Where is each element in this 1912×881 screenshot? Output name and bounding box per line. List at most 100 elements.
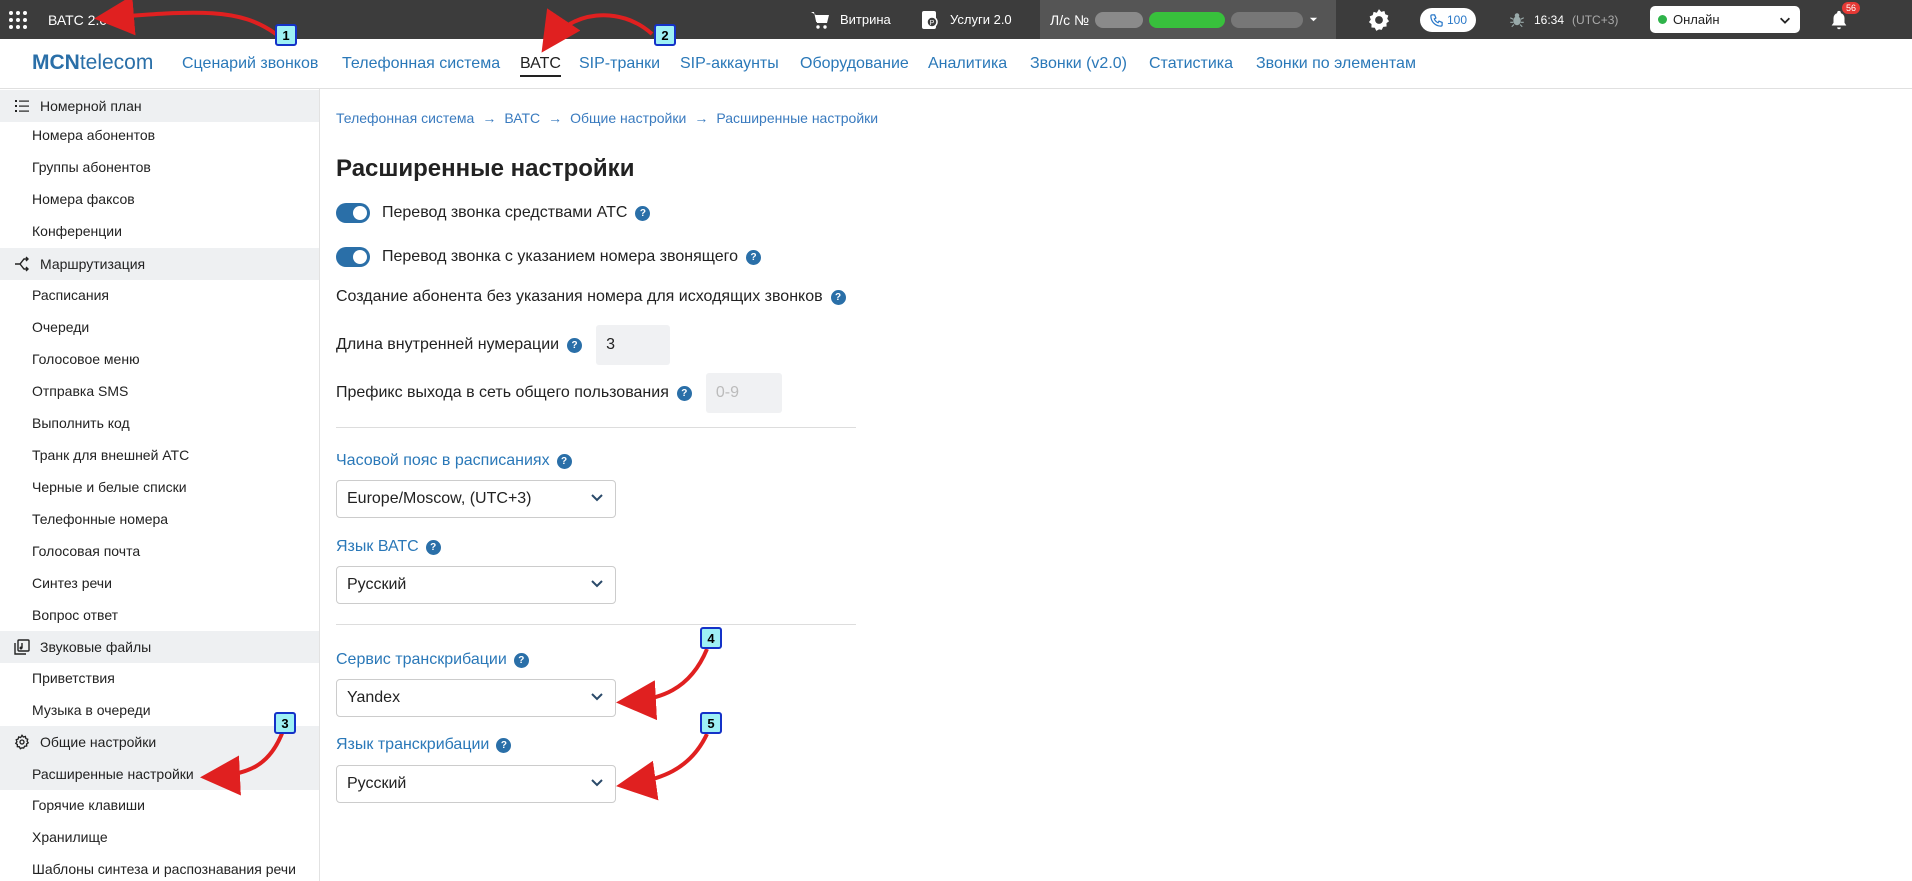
annotation-callout-2: 2: [654, 24, 676, 46]
sidebar-group-routing[interactable]: Маршрутизация: [0, 248, 319, 280]
nav-calls-by-elements[interactable]: Звонки по элементам: [1256, 55, 1416, 73]
status-select[interactable]: Онлайн: [1650, 6, 1800, 33]
help-icon[interactable]: ?: [635, 205, 651, 221]
sidebar-group-general-settings[interactable]: Общие настройки: [0, 726, 319, 758]
help-icon[interactable]: ?: [513, 652, 529, 668]
sidebar-item-schedules[interactable]: Расписания: [32, 287, 109, 303]
vats-language-select-value: Русский: [347, 576, 407, 593]
cart-icon: [811, 11, 829, 29]
breadcrumb-phone-system[interactable]: Телефонная система: [336, 110, 474, 126]
apps-grid-icon[interactable]: [8, 0, 30, 39]
sidebar-item-fax-numbers[interactable]: Номера факсов: [32, 191, 135, 207]
section-divider: [336, 624, 856, 625]
timezone-select[interactable]: Europe/Moscow, (UTC+3): [336, 480, 616, 518]
nav-calls-v2[interactable]: Звонки (v2.0): [1030, 55, 1127, 73]
help-icon[interactable]: ?: [425, 539, 441, 555]
sidebar-item-run-code[interactable]: Выполнить код: [32, 415, 130, 431]
nav-call-scenario[interactable]: Сценарий звонков: [182, 55, 318, 73]
prefix-label: Префикс выхода в сеть общего пользования: [336, 384, 669, 401]
nav-sip-accounts[interactable]: SIP-аккаунты: [680, 55, 779, 73]
arrow-right-icon: →: [482, 110, 497, 126]
timezone-label: Часовой пояс в расписаниях: [336, 452, 550, 469]
nav-equipment[interactable]: Оборудование: [800, 55, 909, 73]
section-divider: [336, 427, 856, 428]
notifications-bell-icon[interactable]: 56: [1828, 0, 1861, 39]
ext-length-input[interactable]: [596, 325, 671, 365]
phone-lines-pill[interactable]: 100: [1420, 8, 1476, 32]
sidebar-group-label: Общие настройки: [40, 734, 157, 750]
sidebar-item-phone-numbers[interactable]: Телефонные номера: [32, 511, 168, 527]
nav-vats[interactable]: ВАТС: [520, 55, 561, 77]
sidebar-item-queue-music[interactable]: Музыка в очереди: [32, 702, 151, 718]
account-name-blurred: [1149, 11, 1225, 28]
breadcrumb-vats[interactable]: ВАТС: [504, 110, 540, 126]
svg-text:P: P: [930, 20, 935, 27]
account-number-blurred: [1095, 11, 1143, 28]
sidebar-group-sound-files[interactable]: Звуковые файлы: [0, 631, 319, 663]
sidebar-item-subscriber-numbers[interactable]: Номера абонентов: [32, 127, 155, 143]
help-icon[interactable]: ?: [567, 337, 583, 353]
main-nav: MCNtelecom Сценарий звонков Телефонная с…: [0, 39, 1912, 89]
help-icon[interactable]: ?: [496, 737, 512, 753]
sidebar-group-numbering[interactable]: Номерной план: [0, 90, 319, 122]
sidebar-item-advanced-settings[interactable]: Расширенные настройки: [0, 758, 319, 790]
clock: 16:34 (UTC+3): [1508, 0, 1618, 39]
help-icon[interactable]: ?: [746, 249, 761, 265]
breadcrumb-advanced-settings[interactable]: Расширенные настройки: [716, 110, 878, 126]
sidebar-item-queues[interactable]: Очереди: [32, 319, 89, 335]
mcn-logo[interactable]: MCNtelecom: [32, 51, 153, 75]
help-icon[interactable]: ?: [830, 289, 846, 305]
phone-icon: [1430, 13, 1443, 27]
sidebar-item-speech-templates[interactable]: Шаблоны синтеза и распознавания речи: [32, 861, 296, 877]
sidebar-item-hotkeys[interactable]: Горячие клавиши: [32, 797, 145, 813]
sidebar-item-conferences[interactable]: Конференции: [32, 223, 122, 239]
breadcrumb-general-settings[interactable]: Общие настройки: [570, 110, 686, 126]
sidebar-item-external-trunk[interactable]: Транк для внешней АТС: [32, 447, 189, 463]
showcase-link[interactable]: Витрина: [808, 0, 891, 39]
services-link[interactable]: P Услуги 2.0: [918, 0, 1012, 39]
transfer-caller-toggle[interactable]: [336, 247, 370, 267]
sidebar-item-voicemail[interactable]: Голосовая почта: [32, 543, 140, 559]
transcription-language-select[interactable]: Русский: [336, 765, 616, 803]
account-label: Л/с №: [1050, 11, 1089, 28]
sidebar-item-greetings[interactable]: Приветствия: [32, 670, 115, 686]
transcription-service-field-label: Сервис транскрибации ?: [336, 651, 529, 669]
transfer-toggle[interactable]: [336, 203, 370, 223]
help-icon[interactable]: ?: [676, 385, 692, 401]
help-icon[interactable]: ?: [556, 453, 572, 469]
sidebar-item-send-sms[interactable]: Отправка SMS: [32, 383, 128, 399]
prefix-input[interactable]: [705, 373, 782, 413]
sidebar-item-question-answer[interactable]: Вопрос ответ: [32, 607, 118, 623]
account-selector[interactable]: Л/с №: [1040, 0, 1336, 39]
create-subscriber-label: Создание абонента без указания номера дл…: [336, 288, 823, 305]
breadcrumb: Телефонная система → ВАТС → Общие настройки →…: [336, 110, 878, 126]
vats-language-select[interactable]: Русский: [336, 566, 616, 604]
sidebar-item-subscriber-groups[interactable]: Группы абонентов: [32, 159, 151, 175]
nav-analytics[interactable]: Аналитика: [928, 55, 1007, 73]
ext-length-row: Длина внутренней нумерации ?: [336, 325, 671, 365]
timezone-value: (UTC+3): [1572, 12, 1619, 27]
sidebar-item-voice-menu[interactable]: Голосовое меню: [32, 351, 140, 367]
transfer-toggle-row: Перевод звонка средствами АТС ?: [336, 203, 651, 223]
sidebar-item-black-white-lists[interactable]: Черные и белые списки: [32, 479, 187, 495]
sidebar-item-speech-synthesis[interactable]: Синтез речи: [32, 575, 112, 591]
services-label: Услуги 2.0: [950, 12, 1012, 27]
nav-phone-system[interactable]: Телефонная система: [342, 55, 500, 73]
phone-count: 100: [1446, 13, 1468, 27]
nav-sip-trunks[interactable]: SIP-транки: [579, 55, 660, 73]
chevron-down-icon: [589, 688, 605, 709]
services-icon: P: [922, 10, 938, 29]
transcription-service-select[interactable]: Yandex: [336, 679, 616, 717]
gear-icon: [14, 734, 30, 750]
transcription-language-label: Язык транскрибации: [336, 736, 490, 753]
nav-statistics[interactable]: Статистика: [1149, 55, 1233, 73]
vats-language-label: Язык ВАТС: [336, 538, 419, 555]
app-title[interactable]: ВАТС 2.0: [48, 0, 107, 39]
sidebar-item-storage[interactable]: Хранилище: [32, 829, 108, 845]
settings-gear-icon[interactable]: [1366, 0, 1392, 39]
time-value: 16:34: [1534, 12, 1565, 27]
vats-language-field-label: Язык ВАТС ?: [336, 538, 441, 556]
notifications-badge: 56: [1842, 2, 1861, 14]
sidebar-group-label: Номерной план: [40, 98, 142, 114]
prefix-row: Префикс выхода в сеть общего пользования…: [336, 373, 782, 413]
